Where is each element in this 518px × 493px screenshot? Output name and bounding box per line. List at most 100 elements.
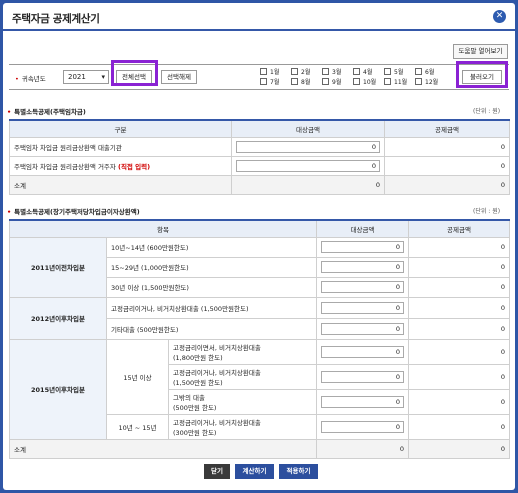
col-header-deduction: 공제금액: [384, 119, 510, 138]
section1-table: 구분 대상금액 공제금액 주택임차 차입금 원리금상환액 대출기관 0 0 주택…: [9, 119, 510, 195]
col-header-amount: 대상금액: [231, 119, 385, 138]
checkbox-icon[interactable]: [322, 78, 329, 85]
checkbox-icon[interactable]: [353, 68, 360, 75]
chevron-down-icon: ▾: [101, 73, 105, 81]
deduction-value: 0: [408, 296, 511, 319]
month-checkbox[interactable]: 12월: [415, 77, 438, 86]
amount-input[interactable]: 0: [236, 140, 380, 153]
subtotal-row: 소계 0 0: [9, 174, 510, 195]
section1-title: • 특별소득공제(주택임차금): [7, 108, 86, 116]
checkbox-icon[interactable]: [291, 78, 298, 85]
amount-input[interactable]: 0: [321, 322, 405, 335]
checkbox-icon[interactable]: [291, 68, 298, 75]
row-label: 주택임차 차입금 원리금상환액 대출기관: [9, 136, 232, 157]
row-label: 15~29년 (1,000만원한도): [105, 256, 318, 278]
amount-input[interactable]: 0: [321, 241, 405, 253]
deduction-value: 0: [408, 276, 511, 298]
row-label: 고정금리이면서, 비거치상환대출 (1,800만원 한도): [167, 338, 318, 365]
deduction-value: 0: [408, 236, 511, 258]
subtotal-deduction: 0: [408, 438, 511, 459]
subtotal-label: 소계: [9, 174, 232, 195]
checkbox-icon[interactable]: [384, 68, 391, 75]
amount-input[interactable]: 0: [236, 159, 380, 172]
row-label: 고정금리이거나, 비거치상환대출 (1,500만원한도): [105, 296, 318, 319]
deduction-value: 0: [408, 413, 511, 440]
month-label: 1월: [270, 69, 280, 76]
deduction-value: 0: [408, 317, 511, 340]
row-label: 고정금리이거나, 비거치상환대출 (1,500만원 한도): [167, 363, 318, 390]
row-label: 고정금리이거나, 비거치상환대출 (300만원 한도): [167, 413, 318, 440]
month-checkbox[interactable]: 11월: [384, 77, 407, 86]
group-2011: 2011년이전차입분: [9, 236, 107, 298]
row-label: 주택임차 차입금 원리금상환액 거주자 (직접 입력): [9, 155, 232, 176]
month-label: 7월: [270, 79, 280, 86]
amount-input[interactable]: 0: [321, 345, 405, 358]
deduction-value: 0: [408, 363, 511, 390]
highlight-select-all: [111, 60, 158, 86]
checkbox-icon[interactable]: [260, 78, 267, 85]
year-filter-row: • 귀속년도 2021 ▾ 전체선택 선택해제 1월 2월 3월 4월 5월 6월 7월 8월 9월…: [9, 60, 509, 90]
amount-input[interactable]: 0: [321, 420, 405, 433]
month-checkbox[interactable]: 2월: [291, 67, 310, 76]
deduction-value: 0: [384, 136, 510, 157]
calculate-button[interactable]: 계산하기: [235, 464, 274, 479]
checkbox-icon[interactable]: [415, 68, 422, 75]
apply-button[interactable]: 적용하기: [279, 464, 318, 479]
section1-unit: (단위 : 원): [473, 108, 501, 115]
month-checkbox[interactable]: 7월: [260, 77, 279, 86]
calculator-window: 주택자금 공제계산기 ✕ 도움말 열어보기 • 귀속년도 2021 ▾ 전체선택 선…: [3, 3, 515, 490]
month-label: 9월: [332, 79, 342, 86]
month-checkbox[interactable]: 10월: [353, 77, 376, 86]
month-checkbox[interactable]: 5월: [384, 67, 403, 76]
table-row: 2012년이후차입분 고정금리이거나, 비거치상환대출 (1,500만원한도) …: [9, 296, 511, 340]
subgroup-15y: 15년 이상: [106, 338, 169, 415]
close-button[interactable]: 닫기: [204, 464, 230, 479]
section2-title: • 특별소득공제(장기주택저당차입금이자상환액): [7, 208, 140, 216]
highlight-view-button: [456, 61, 508, 88]
month-label: 4월: [363, 69, 373, 76]
row-label: 10년~14년 (600만원한도): [105, 236, 318, 258]
month-label: 12월: [425, 79, 439, 86]
year-select[interactable]: 2021 ▾: [63, 70, 109, 84]
checkbox-icon[interactable]: [415, 78, 422, 85]
amount-input[interactable]: 0: [321, 370, 405, 383]
amount-input[interactable]: 0: [321, 301, 405, 314]
deselect-all-button[interactable]: 선택해제: [161, 70, 197, 84]
section2-unit: (단위 : 원): [473, 208, 501, 215]
help-button[interactable]: 도움말 열어보기: [453, 44, 508, 59]
checkbox-icon[interactable]: [384, 78, 391, 85]
row-label: 기타대출 (500만원한도): [105, 317, 318, 340]
amount-input[interactable]: 0: [321, 281, 405, 293]
month-checkbox[interactable]: 6월: [415, 67, 434, 76]
col-header-item: 항목: [8, 219, 318, 238]
month-label: 5월: [394, 69, 404, 76]
month-checkbox[interactable]: 4월: [353, 67, 372, 76]
col-header-category: 구분: [9, 119, 232, 138]
title-bar: 주택자금 공제계산기 ✕: [3, 3, 515, 31]
group-2012: 2012년이후차입분: [9, 296, 107, 340]
table-row: 주택임차 차입금 원리금상환액 거주자 (직접 입력) 0 0: [9, 155, 510, 176]
month-label: 8월: [301, 79, 311, 86]
row-label: 그밖의 대출 (500만원 한도): [167, 388, 318, 415]
month-checkbox[interactable]: 3월: [322, 67, 341, 76]
month-label: 10월: [363, 79, 377, 86]
month-label: 2월: [301, 69, 311, 76]
close-icon[interactable]: ✕: [493, 10, 506, 23]
checkbox-icon[interactable]: [260, 68, 267, 75]
section2-table: 항목 대상금액 공제금액 2011년이전차입분 10년~14년 (600만원한도…: [8, 219, 511, 459]
amount-input[interactable]: 0: [321, 261, 405, 273]
month-checkbox[interactable]: 9월: [322, 77, 341, 86]
checkbox-icon[interactable]: [353, 78, 360, 85]
subtotal-row: 소계 0 0: [8, 438, 511, 459]
month-checkbox[interactable]: 8월: [291, 77, 310, 86]
deduction-value: 0: [408, 256, 511, 278]
table-row: 2011년이전차입분 10년~14년 (600만원한도) 0 0: [9, 236, 511, 298]
deduction-value: 0: [408, 338, 511, 365]
deduction-value: 0: [408, 388, 511, 415]
row-label: 30년 이상 (1,500만원한도): [105, 276, 318, 298]
checkbox-icon[interactable]: [322, 68, 329, 75]
amount-input[interactable]: 0: [321, 395, 405, 408]
month-label: 6월: [425, 69, 435, 76]
month-checkbox[interactable]: 1월: [260, 67, 279, 76]
col-header-deduction: 공제금액: [408, 219, 511, 238]
